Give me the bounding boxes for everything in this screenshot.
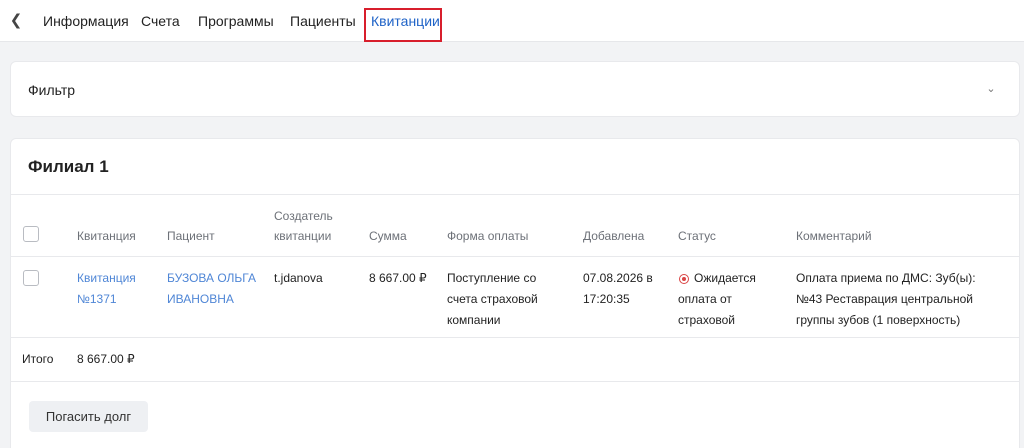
- top-navigation: ❮ Информация Счета Программы Пациенты Кв…: [0, 0, 1024, 42]
- tab-invoices[interactable]: Счета: [141, 12, 180, 30]
- tab-receipts[interactable]: Квитанции: [371, 12, 440, 30]
- column-header-receipt: Квитанция: [77, 229, 136, 243]
- select-all-checkbox[interactable]: [23, 226, 39, 242]
- row-checkbox[interactable]: [23, 270, 39, 286]
- tab-programs[interactable]: Программы: [198, 12, 274, 30]
- chevron-down-icon[interactable]: ⌄: [985, 81, 997, 97]
- column-header-creator-line1: Создатель: [274, 209, 333, 223]
- receipts-card: Филиал 1 Квитанция Пациент Создатель кви…: [10, 138, 1020, 448]
- column-header-creator-line2: квитанции: [274, 229, 332, 243]
- tab-information[interactable]: Информация: [43, 12, 129, 30]
- added-cell: 07.08.2026 в 17:20:35: [583, 268, 653, 310]
- receipt-link-line1[interactable]: Квитанция: [77, 268, 136, 289]
- column-header-comment: Комментарий: [796, 229, 872, 243]
- comment-cell: Оплата приема по ДМС: Зуб(ы): №43 Рестав…: [796, 268, 976, 331]
- divider: [11, 337, 1019, 338]
- payment-form-line3: компании: [447, 313, 501, 327]
- chevron-left-icon[interactable]: ❮: [8, 12, 24, 30]
- column-header-payment-form: Форма оплаты: [447, 229, 529, 243]
- comment-line2: №43 Реставрация центральной: [796, 292, 974, 306]
- status-line3: страховой: [678, 313, 735, 327]
- comment-line3: группы зубов (1 поверхность): [796, 313, 961, 327]
- divider: [11, 194, 1019, 195]
- added-line2: 17:20:35: [583, 292, 630, 306]
- payment-form-line1: Поступление со: [447, 271, 537, 285]
- filter-title: Фильтр: [28, 82, 76, 98]
- pay-debt-button[interactable]: Погасить долг: [29, 401, 148, 432]
- column-header-patient: Пациент: [167, 229, 215, 243]
- added-line1: 07.08.2026 в: [583, 271, 653, 285]
- total-value: 8 667.00 ₽: [77, 352, 135, 366]
- tab-patients[interactable]: Пациенты: [290, 12, 356, 30]
- column-header-added: Добавлена: [583, 229, 645, 243]
- status-pending-icon: [679, 274, 689, 284]
- patient-link-line2[interactable]: ИВАНОВНА: [167, 289, 256, 310]
- receipt-link-line2[interactable]: №1371: [77, 289, 136, 310]
- divider: [11, 381, 1019, 382]
- total-label: Итого: [22, 352, 54, 366]
- patient-link[interactable]: БУЗОВА ОЛЬГА ИВАНОВНА: [167, 268, 256, 310]
- divider: [11, 256, 1019, 257]
- comment-line1: Оплата приема по ДМС: Зуб(ы):: [796, 271, 976, 285]
- receipt-link[interactable]: Квитанция №1371: [77, 268, 136, 310]
- payment-form-cell: Поступление со счета страховой компании: [447, 268, 538, 331]
- filter-panel[interactable]: Фильтр ⌄: [10, 61, 1020, 117]
- column-header-creator: Создатель квитанции: [274, 208, 333, 245]
- column-header-status: Статус: [678, 229, 716, 243]
- branch-title: Филиал 1: [28, 157, 109, 176]
- status-cell: Ожидается: [694, 268, 756, 289]
- status-line1: Ожидается: [694, 271, 756, 285]
- patient-link-line1[interactable]: БУЗОВА ОЛЬГА: [167, 268, 256, 289]
- creator-cell: t.jdanova: [274, 271, 323, 285]
- status-line2: оплата от: [678, 292, 732, 306]
- payment-form-line2: счета страховой: [447, 292, 538, 306]
- status-cell-continued: оплата от страховой: [678, 289, 735, 331]
- sum-cell: 8 667.00 ₽: [369, 271, 427, 285]
- column-header-sum: Сумма: [369, 229, 407, 243]
